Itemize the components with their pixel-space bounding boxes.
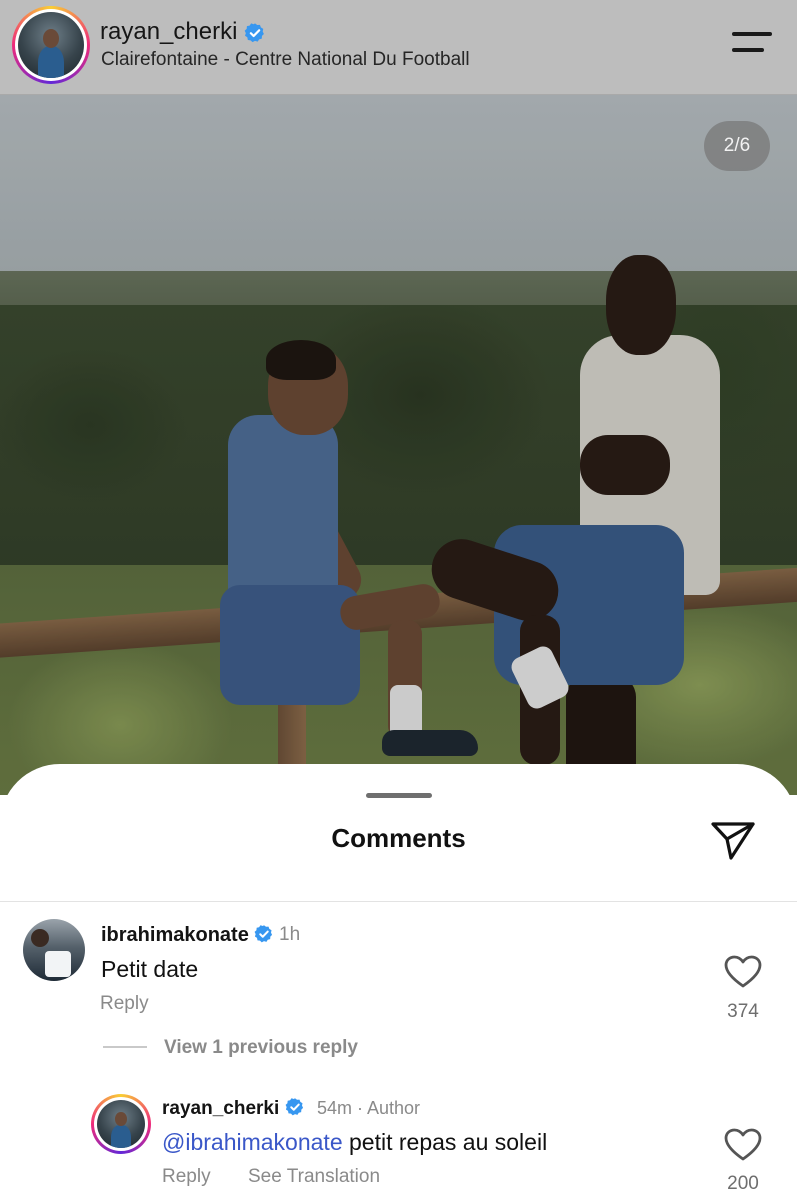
like-count: 200	[727, 1173, 759, 1194]
reply-avatar[interactable]	[91, 1094, 151, 1154]
sheet-drag-handle[interactable]	[366, 793, 432, 798]
verified-badge-icon	[285, 1098, 303, 1116]
divider	[0, 901, 797, 902]
reply-username-text[interactable]: rayan_cherki	[162, 1098, 279, 1119]
mention-link[interactable]: @ibrahimakonate	[162, 1129, 343, 1155]
see-translation-button[interactable]: See Translation	[248, 1166, 380, 1188]
comment-time: 1h	[279, 924, 301, 945]
view-previous-reply-button[interactable]: View 1 previous reply	[164, 1037, 358, 1059]
reply-body: petit repas au soleil	[342, 1129, 548, 1155]
reply-meta: 54m · Author	[317, 1098, 421, 1118]
post-location[interactable]: Clairefontaine - Centre National Du Foot…	[101, 49, 470, 71]
post-username[interactable]: rayan_cherki	[100, 18, 266, 46]
send-icon[interactable]	[709, 819, 757, 863]
like-count: 374	[727, 1001, 759, 1022]
post-header: rayan_cherki Clairefontaine - Centre Nat…	[0, 0, 797, 95]
replies-divider	[103, 1046, 147, 1048]
reply-button[interactable]: Reply	[162, 1166, 211, 1188]
comments-title: Comments	[331, 823, 466, 853]
comment-username[interactable]: ibrahimakonate	[101, 924, 274, 947]
comment-username-text[interactable]: ibrahimakonate	[101, 924, 249, 946]
verified-badge-icon	[244, 23, 264, 42]
post-photo[interactable]	[0, 95, 797, 795]
reply-username[interactable]: rayan_cherki	[162, 1098, 305, 1120]
carousel-counter: 2/6	[704, 121, 770, 171]
commenter-avatar[interactable]	[23, 919, 85, 981]
menu-icon[interactable]	[732, 30, 776, 58]
reply-text: @ibrahimakonate petit repas au soleil	[162, 1129, 547, 1156]
profile-avatar[interactable]	[12, 6, 90, 84]
heart-icon[interactable]	[724, 955, 762, 989]
heart-icon[interactable]	[724, 1128, 762, 1162]
comment-text: Petit date	[101, 956, 199, 982]
reply-button[interactable]: Reply	[100, 993, 149, 1015]
verified-badge-icon	[254, 925, 273, 943]
post-username-text[interactable]: rayan_cherki	[100, 18, 237, 45]
